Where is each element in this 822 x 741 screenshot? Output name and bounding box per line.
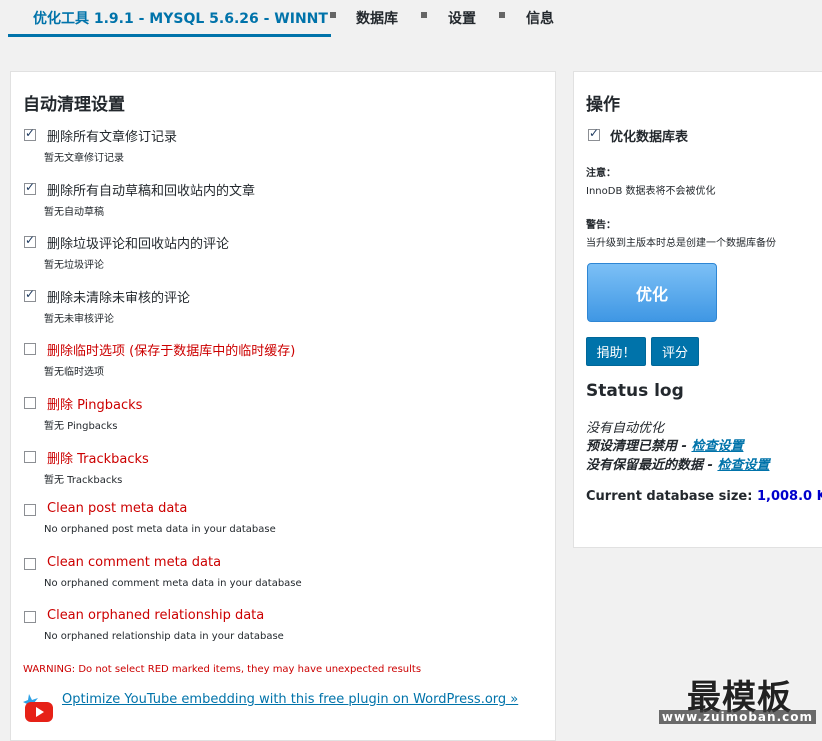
clean-option-checkbox[interactable]: [24, 233, 36, 248]
clean-option-status: 暂无文章修订记录: [44, 153, 124, 164]
status-line-clean-disabled-text: 预设清理已禁用 -: [586, 439, 692, 454]
youtube-plugin-link[interactable]: Optimize YouTube embedding with this fre…: [62, 692, 518, 707]
clean-option-label[interactable]: Clean comment meta data: [47, 555, 221, 570]
tab-separator: [330, 12, 336, 18]
tab-optimizer[interactable]: 优化工具 1.9.1 - MYSQL 5.6.26 - WINNT: [33, 8, 328, 28]
clean-option-checkbox[interactable]: [24, 451, 36, 463]
clean-option-label[interactable]: 删除垃圾评论和回收站内的评论: [47, 233, 229, 252]
database-size-value: 1,008.0 KB: [756, 489, 822, 504]
clean-option-status: 暂无 Trackbacks: [44, 475, 123, 486]
backup-warning-text: 当升级到主版本时总是创建一个数据库备份: [586, 238, 776, 249]
auto-clean-title: 自动清理设置: [23, 95, 125, 115]
note-title: 注意：: [586, 168, 616, 179]
optimize-button[interactable]: 优化: [587, 263, 717, 322]
tab-separator: [421, 12, 427, 18]
clean-option-status: 暂无临时选项: [44, 367, 104, 378]
watermark-logo: 最模板 www.zuimoban.com: [658, 668, 822, 729]
clean-option-status: No orphaned comment meta data in your da…: [44, 578, 302, 589]
actions-title: 操作: [586, 95, 620, 115]
tab-separator: [499, 12, 505, 18]
watermark-url: www.zuimoban.com: [658, 710, 816, 724]
nav-tabs: 优化工具 1.9.1 - MYSQL 5.6.26 - WINNT 数据库 设置…: [0, 0, 822, 40]
check-settings-link[interactable]: 检查设置: [717, 458, 769, 473]
youtube-icon: [23, 692, 55, 724]
tab-database[interactable]: 数据库: [356, 8, 398, 28]
database-size-label: Current database size:: [586, 489, 753, 504]
clean-option-status: No orphaned relationship data in your da…: [44, 631, 284, 642]
clean-option-checkbox[interactable]: [24, 287, 36, 302]
clean-option-checkbox[interactable]: [24, 558, 36, 570]
status-line-auto-optimize: 没有自动优化: [586, 421, 665, 436]
clean-option-label[interactable]: 删除 Trackbacks: [47, 448, 149, 467]
optimize-tables-label: 优化数据库表: [610, 130, 689, 145]
clean-option-label[interactable]: 删除所有文章修订记录: [47, 126, 177, 145]
rate-button[interactable]: 评分: [651, 337, 699, 366]
note-text: InnoDB 数据表将不会被优化: [586, 186, 716, 197]
clean-option-label[interactable]: Clean orphaned relationship data: [47, 608, 264, 623]
clean-option-label[interactable]: 删除未清除未审核的评论: [47, 287, 190, 306]
clean-option-status: 暂无垃圾评论: [44, 260, 104, 271]
clean-option-status: No orphaned post meta data in your datab…: [44, 524, 276, 535]
database-size: Current database size: 1,008.0 KB: [586, 489, 822, 504]
clean-option-checkbox[interactable]: [24, 611, 36, 623]
warning-title: 警告：: [586, 220, 616, 231]
clean-option-checkbox[interactable]: [24, 180, 36, 195]
clean-option-checkbox[interactable]: [24, 397, 36, 409]
clean-option-label[interactable]: 删除临时选项 (保存于数据库中的临时缓存): [47, 340, 295, 359]
tab-info[interactable]: 信息: [526, 8, 554, 28]
status-line-clean-disabled: 预设清理已禁用 - 检查设置: [586, 435, 743, 454]
clean-option-label[interactable]: 删除 Pingbacks: [47, 394, 142, 413]
donate-button[interactable]: 捐助！: [586, 337, 646, 366]
clean-option-status: 暂无 Pingbacks: [44, 421, 118, 432]
clean-option-label[interactable]: Clean post meta data: [47, 501, 187, 516]
optimize-tables-checkbox[interactable]: [588, 126, 600, 141]
clean-option-label[interactable]: 删除所有自动草稿和回收站内的文章: [47, 180, 255, 199]
clean-option-status: 暂无未审核评论: [44, 314, 114, 325]
status-log-title: Status log: [586, 381, 684, 401]
check-settings-link[interactable]: 检查设置: [691, 439, 743, 454]
clean-option-checkbox[interactable]: [24, 343, 36, 355]
status-line-retention-text: 没有保留最近的数据 -: [586, 458, 718, 473]
clean-option-checkbox[interactable]: [24, 126, 36, 141]
clean-option-checkbox[interactable]: [24, 504, 36, 516]
clean-option-status: 暂无自动草稿: [44, 207, 104, 218]
active-tab-indicator: [8, 34, 331, 37]
tab-settings[interactable]: 设置: [448, 8, 476, 28]
warning-text: WARNING: Do not select RED marked items,…: [23, 664, 422, 675]
status-line-retention: 没有保留最近的数据 - 检查设置: [586, 454, 769, 473]
